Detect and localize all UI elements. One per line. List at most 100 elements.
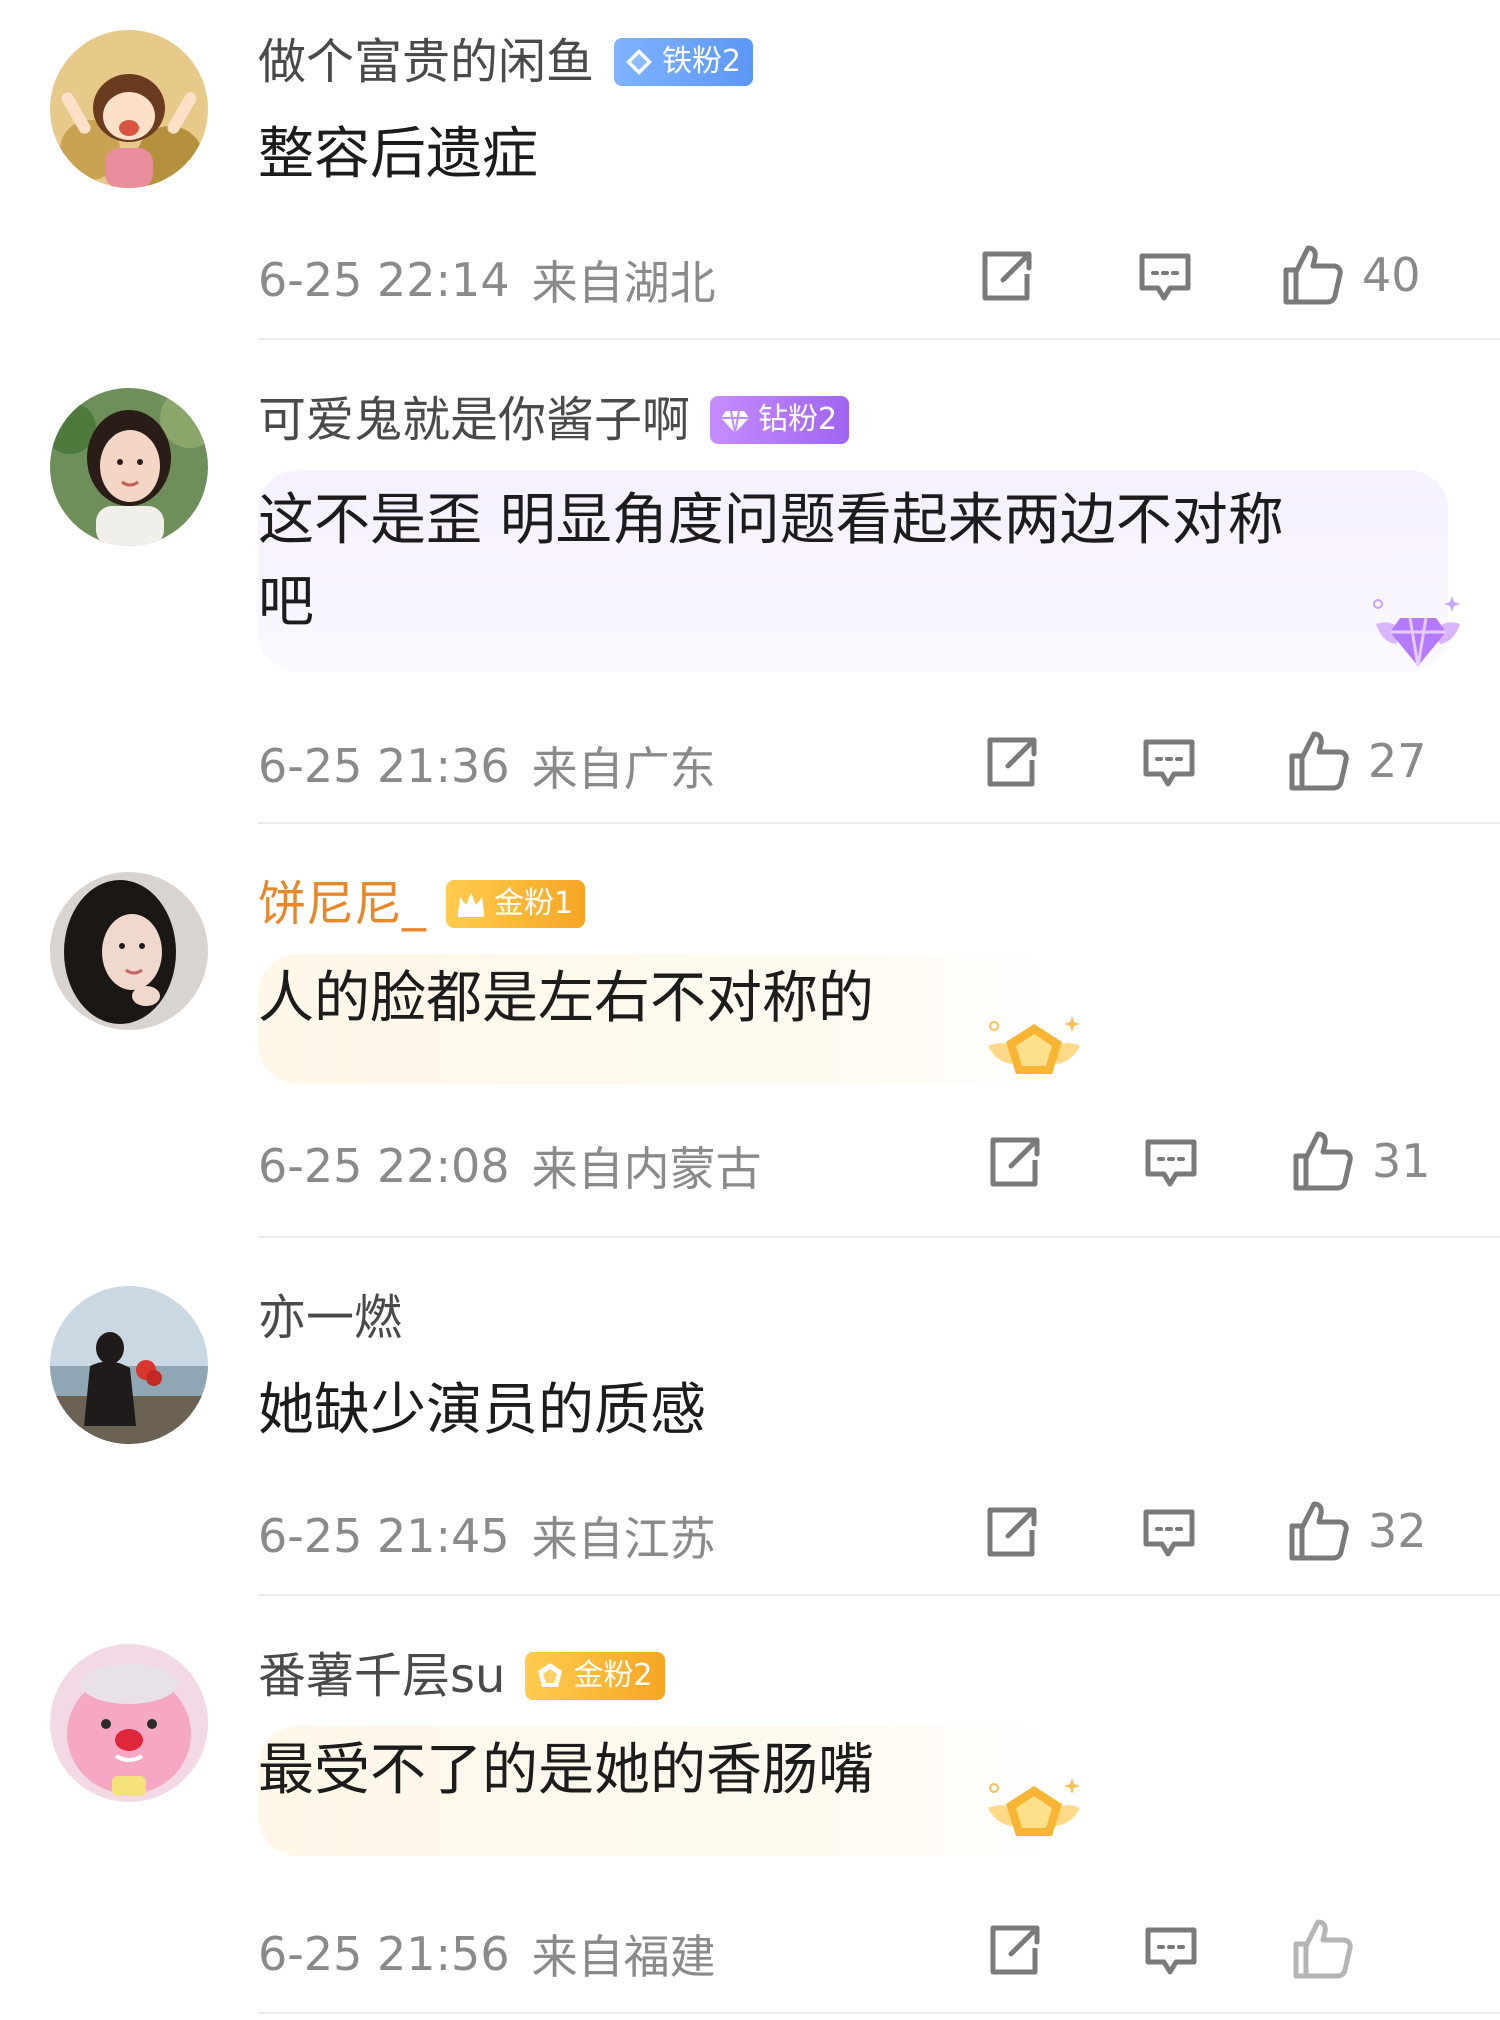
share-button[interactable] — [985, 1922, 1043, 1980]
comment-item: 做个富贵的闲鱼 铁粉2 整容后遗症 6-25 22:14 来自湖北 40 — [0, 30, 1500, 340]
crown-badge-icon — [458, 893, 485, 917]
badge-label: 金粉1 — [494, 886, 574, 921]
comment-text: 整容后遗症 — [258, 114, 538, 196]
like-count: 27 — [1368, 734, 1427, 788]
comment-text-line: 人的脸都是左右不对称的 — [258, 966, 874, 1031]
like-count: 40 — [1362, 248, 1421, 302]
comment-text-line: 最受不了的是她的香肠嘴 — [258, 1738, 874, 1803]
reply-button[interactable] — [1136, 248, 1194, 306]
comment-item: 番薯千层su 金粉2 最受不了的是她的香肠嘴 6-25 21:56 来自福建 — [0, 1644, 1500, 2014]
crown-badge-icon — [538, 1663, 563, 1687]
avatar-image — [50, 872, 208, 1030]
comment-icon — [1143, 739, 1195, 787]
avatar-image — [50, 1286, 208, 1444]
comment-feed: 做个富贵的闲鱼 铁粉2 整容后遗症 6-25 22:14 来自湖北 40 可爱鬼… — [0, 0, 1500, 2020]
share-button[interactable] — [982, 1504, 1040, 1562]
thumbs-up-icon — [1283, 245, 1343, 305]
comment-text: 最受不了的是她的香肠嘴 — [258, 1730, 874, 1812]
reply-button[interactable] — [1142, 1134, 1200, 1192]
avatar[interactable] — [50, 30, 208, 188]
timestamp: 6-25 22:08 — [258, 1139, 510, 1193]
timestamp: 6-25 21:56 — [258, 1927, 510, 1981]
timestamp: 6-25 21:45 — [258, 1509, 510, 1563]
like-button[interactable] — [1290, 1916, 1372, 1982]
share-button[interactable] — [982, 734, 1040, 792]
username-row: 可爱鬼就是你酱子啊 钻粉2 — [258, 388, 850, 452]
comment-icon — [1145, 1139, 1197, 1187]
thumbs-up-icon — [1293, 1919, 1353, 1979]
like-button[interactable]: 27 — [1286, 728, 1427, 794]
divider — [258, 1236, 1500, 1238]
fan-badge[interactable]: 金粉1 — [446, 880, 586, 928]
location: 来自江苏 — [531, 1512, 716, 1566]
like-count: 31 — [1372, 1134, 1431, 1188]
username[interactable]: 亦一燃 — [258, 1286, 402, 1350]
comment-meta: 6-25 21:45 来自江苏 — [258, 1504, 716, 1568]
share-icon — [990, 1925, 1040, 1975]
comment-meta: 6-25 22:14 来自湖北 — [258, 248, 716, 312]
comment-icon — [1139, 253, 1191, 301]
username-row: 饼尼尼_ 金粉1 — [258, 872, 586, 936]
comment-text: 她缺少演员的质感 — [258, 1370, 706, 1452]
avatar-image — [50, 388, 208, 546]
avatar[interactable] — [50, 1644, 208, 1802]
comment-text: 这不是歪 明显角度问题看起来两边不对称 吧 — [258, 480, 1284, 644]
comment-text-line: 整容后遗症 — [258, 122, 538, 187]
avatar[interactable] — [50, 388, 208, 546]
avatar[interactable] — [50, 1286, 208, 1444]
reply-button[interactable] — [1140, 1504, 1198, 1562]
location: 来自广东 — [531, 742, 716, 796]
timestamp: 6-25 21:36 — [258, 739, 510, 793]
username[interactable]: 饼尼尼_ — [258, 872, 426, 936]
share-icon — [990, 1137, 1040, 1187]
divider — [258, 822, 1500, 824]
username-row: 亦一燃 — [258, 1286, 402, 1350]
reply-button[interactable] — [1142, 1922, 1200, 1980]
comment-meta: 6-25 22:08 来自内蒙古 — [258, 1134, 762, 1198]
comment-meta: 6-25 21:56 来自福建 — [258, 1922, 716, 1986]
like-button[interactable]: 40 — [1280, 242, 1421, 308]
comment-text-line: 这不是歪 明显角度问题看起来两边不对称 — [258, 488, 1284, 553]
comment-icon — [1143, 1509, 1195, 1557]
badge-label: 铁粉2 — [662, 44, 742, 79]
location: 来自内蒙古 — [531, 1142, 762, 1196]
share-icon — [982, 251, 1032, 301]
like-button[interactable]: 32 — [1286, 1498, 1427, 1564]
reply-button[interactable] — [1140, 734, 1198, 792]
diamond-badge-icon — [721, 410, 750, 434]
comment-meta: 6-25 21:36 来自广东 — [258, 734, 716, 798]
thumbs-up-icon — [1289, 731, 1349, 791]
fan-badge[interactable]: 钻粉2 — [710, 396, 850, 444]
like-count: 32 — [1368, 1504, 1427, 1558]
thumbs-up-icon — [1289, 1501, 1349, 1561]
username-row: 番薯千层su 金粉2 — [258, 1644, 665, 1708]
username[interactable]: 番薯千层su — [258, 1644, 505, 1708]
comment-item: 可爱鬼就是你酱子啊 钻粉2 这不是歪 明显角度问题看起来两边不对称 吧 6-25… — [0, 388, 1500, 828]
badge-label: 金粉2 — [573, 1658, 653, 1693]
diamond-badge-icon — [626, 49, 653, 75]
like-button[interactable]: 31 — [1290, 1128, 1431, 1194]
avatar-image — [50, 1644, 208, 1802]
comment-item: 饼尼尼_ 金粉1 人的脸都是左右不对称的 6-25 22:08 来自内蒙古 31 — [0, 872, 1500, 1232]
badge-label: 钻粉2 — [758, 402, 838, 437]
username[interactable]: 可爱鬼就是你酱子啊 — [258, 388, 690, 452]
comment-text-line: 她缺少演员的质感 — [258, 1378, 706, 1443]
fan-badge[interactable]: 金粉2 — [525, 1652, 665, 1700]
share-icon — [987, 737, 1037, 787]
divider — [258, 338, 1500, 340]
gold-wings-icon — [988, 1016, 1080, 1074]
comment-item: 亦一燃 她缺少演员的质感 6-25 21:45 来自江苏 32 — [0, 1286, 1500, 1586]
location: 来自福建 — [531, 1930, 716, 1984]
comment-text: 人的脸都是左右不对称的 — [258, 958, 874, 1040]
avatar[interactable] — [50, 872, 208, 1030]
thumbs-up-icon — [1293, 1131, 1353, 1191]
avatar-image — [50, 30, 208, 188]
fan-badge[interactable]: 铁粉2 — [614, 38, 754, 86]
username-row: 做个富贵的闲鱼 铁粉2 — [258, 30, 754, 94]
share-button[interactable] — [977, 248, 1035, 306]
timestamp: 6-25 22:14 — [258, 253, 510, 307]
share-button[interactable] — [985, 1134, 1043, 1192]
comment-text-line: 吧 — [258, 570, 314, 635]
divider — [258, 2012, 1500, 2014]
username[interactable]: 做个富贵的闲鱼 — [258, 30, 594, 94]
